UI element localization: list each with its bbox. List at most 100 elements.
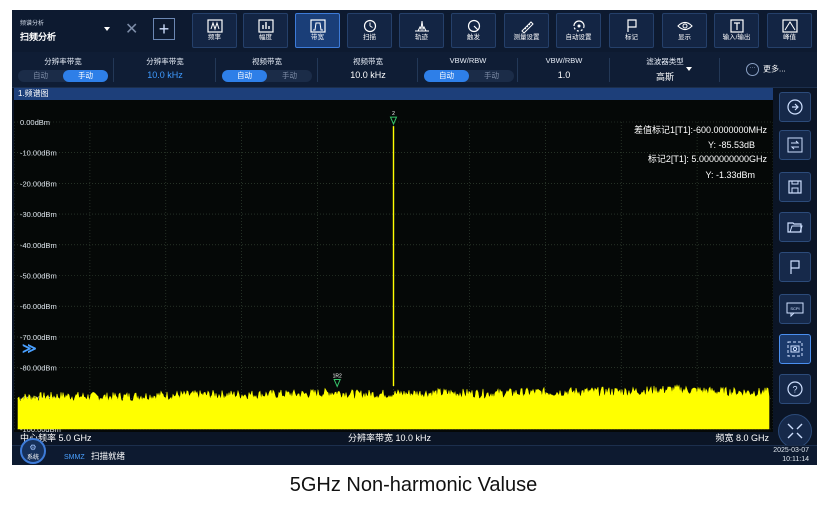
open-folder-button[interactable] [779, 212, 811, 242]
add-window-button[interactable]: + [153, 18, 175, 40]
status-message-text: 扫描就绪 [90, 451, 125, 461]
marker-layer: 1R2 2 [333, 111, 398, 388]
status-time: 10:11:14 [782, 456, 809, 463]
menu-label: 峰值 [783, 34, 796, 41]
status-bar: ⚙ 系统 SMMZ 扫描就绪 2025-03-07 10:11:14 [12, 438, 817, 465]
menu-trigger-button[interactable]: 触发 [451, 13, 496, 48]
measure-setup-icon [520, 21, 534, 33]
auto-setup-icon [572, 20, 585, 32]
ratio-manual-option[interactable]: 手动 [469, 70, 514, 82]
vbw-mode-toggle[interactable]: 自动 手动 [222, 70, 312, 82]
plot-footer: 中心频率 5.0 GHz 分辨率带宽 10.0 kHz 频宽 8.0 GHz [14, 432, 773, 445]
marker2-y-readout: Y: -1.33dBm [705, 170, 755, 180]
y-axis-labels: 0.00dBm -10.00dBm -20.00dBm -30.00dBm -40.00… [20, 118, 61, 434]
filter-value[interactable]: 高斯 [610, 70, 720, 83]
menu-marker-button[interactable]: 标记 [609, 13, 654, 48]
menu-measure-setup-button[interactable]: 测量设置 [504, 13, 549, 48]
marker-triangle [333, 378, 341, 388]
span-value[interactable]: 频宽 8.0 GHz [715, 432, 769, 445]
camera-icon [787, 341, 803, 357]
help-icon: ? [787, 381, 803, 397]
spectrum-trace [17, 384, 770, 430]
chevron-down-icon[interactable] [686, 67, 692, 71]
mode-selector[interactable]: 频谱分析 扫频分析 [20, 18, 56, 43]
rbw-mode-title: 分辨率带宽 [44, 57, 82, 66]
menu-trace-button[interactable]: 轨迹 [399, 13, 444, 48]
delta-marker-readout: 差值标记1[T1]:-600.0000000MHz [634, 124, 768, 135]
scpi-button[interactable]: SCPI [779, 294, 811, 324]
rbw-title: 分辨率带宽 [146, 57, 184, 66]
analyzer-window: 频谱分析 扫频分析 ✕ + 频率 幅度 带宽 扫描 轨迹 触发 测量设置 自动设… [12, 10, 817, 465]
amplitude-icon [257, 19, 274, 33]
menu-auto-setup-button[interactable]: 自动设置 [556, 13, 601, 48]
marker-triangle [389, 116, 398, 126]
more-button[interactable]: ··· 更多... [746, 63, 786, 76]
ratio-mode-title: VBW/RBW [449, 56, 487, 65]
menu-label: 轨迹 [415, 34, 428, 41]
chevron-down-icon[interactable] [104, 27, 110, 31]
vbw-title: 视频带宽 [353, 57, 383, 66]
marker-tag: 1R2 [333, 373, 342, 379]
y-tick-label: -30.00dBm [20, 210, 57, 219]
mode-category: 频谱分析 [20, 21, 45, 27]
screenshot-button[interactable] [779, 334, 811, 364]
vbw-auto-option[interactable]: 自动 [222, 70, 267, 82]
vbw-mode-title: 视频带宽 [252, 57, 282, 66]
menu-amplitude-button[interactable]: 幅度 [243, 13, 288, 48]
spectrum-svg: 0.00dBm -10.00dBm -20.00dBm -30.00dBm -40.00… [14, 111, 773, 434]
close-icon[interactable]: ✕ [125, 20, 138, 40]
y-tick-label: -20.00dBm [20, 179, 57, 188]
menu-frequency-button[interactable]: 频率 [192, 13, 237, 48]
mode-name: 扫频分析 [20, 32, 57, 42]
next-button[interactable] [779, 92, 811, 122]
top-menu-bar: 频谱分析 扫频分析 ✕ + 频率 幅度 带宽 扫描 轨迹 触发 测量设置 自动设… [12, 10, 817, 53]
filter-type-group[interactable]: 滤波器类型 高斯 [610, 52, 720, 87]
marker2-readout: 标记2[T1]: 5.0000000000GHz [648, 153, 768, 164]
more-label: 更多... [763, 64, 786, 74]
ratio-value[interactable]: 1.0 [518, 70, 610, 80]
svg-text:?: ? [792, 385, 797, 395]
more-icon: ··· [746, 63, 759, 76]
help-button[interactable]: ? [779, 374, 811, 404]
footer-rbw[interactable]: 分辨率带宽 10.0 kHz [348, 432, 431, 445]
vbw-value[interactable]: 10.0 kHz [318, 70, 418, 80]
system-button[interactable]: ⚙ 系统 [20, 438, 46, 464]
ratio-auto-option[interactable]: 自动 [424, 70, 469, 82]
rbw-auto-option[interactable]: 自动 [18, 70, 63, 82]
bandwidth-icon [309, 19, 326, 33]
save-button[interactable] [779, 172, 811, 202]
menu-input-output-button[interactable]: 输入/输出 [714, 13, 759, 48]
marker-1R2[interactable]: 1R2 [333, 373, 342, 388]
scpi-icon: SCPI [786, 302, 804, 317]
trace-layer [17, 126, 770, 430]
y-tick-label: -80.00dBm [20, 364, 57, 373]
ratio-mode-toggle[interactable]: 自动 手动 [424, 70, 514, 82]
menu-sweep-button[interactable]: 扫描 [347, 13, 392, 48]
rbw-manual-option[interactable]: 手动 [63, 70, 108, 82]
y-tick-label: 0.00dBm [20, 118, 50, 127]
spectrum-plot[interactable]: 0.00dBm -10.00dBm -20.00dBm -30.00dBm -40.00… [14, 100, 773, 445]
rbw-mode-toggle[interactable]: 自动 手动 [18, 70, 108, 82]
expand-panel-icon[interactable]: ≫ [22, 340, 37, 357]
marker-flag-button[interactable] [779, 252, 811, 282]
menu-bandwidth-button[interactable]: 带宽 [295, 13, 340, 48]
rbw-value[interactable]: 10.0 kHz [114, 70, 216, 80]
menu-label: 触发 [467, 34, 480, 41]
menu-label: 扫描 [363, 34, 376, 41]
rbw-value-group[interactable]: 分辨率带宽 10.0 kHz [114, 52, 216, 87]
filter-title: 滤波器类型 [646, 57, 684, 66]
ratio-value-group[interactable]: VBW/RBW 1.0 [518, 52, 610, 87]
frequency-icon [206, 19, 223, 33]
system-icon: ⚙ [29, 443, 37, 452]
figure-caption: 5GHz Non-harmonic Valuse [289, 474, 538, 496]
divider [719, 58, 720, 82]
refresh-button[interactable] [779, 130, 811, 160]
menu-display-button[interactable]: 显示 [662, 13, 707, 48]
menu-peak-button[interactable]: 峰值 [767, 13, 812, 48]
collapse-arrows-icon [787, 423, 803, 439]
vbw-value-group[interactable]: 视频带宽 10.0 kHz [318, 52, 418, 87]
vbw-manual-option[interactable]: 手动 [267, 70, 312, 82]
status-date: 2025-03-07 [773, 447, 809, 454]
marker-icon [626, 19, 637, 32]
collapse-toolbar-button[interactable] [778, 414, 812, 448]
